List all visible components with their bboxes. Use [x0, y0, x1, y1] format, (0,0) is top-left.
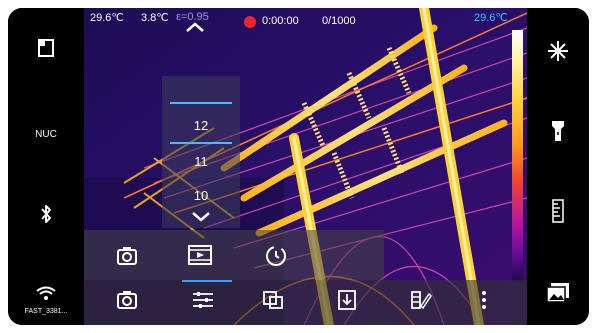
- zoom-highlight-bottom: [170, 142, 232, 144]
- right-sidebar: [527, 8, 589, 325]
- nuc-label: NUC: [35, 128, 57, 140]
- capture-button[interactable]: [104, 280, 150, 325]
- record-indicator[interactable]: [244, 16, 256, 28]
- flashlight-icon: [551, 120, 565, 147]
- brightness-icon: [547, 40, 569, 67]
- chevron-down-icon[interactable]: [190, 210, 212, 224]
- bluetooth-icon: [39, 204, 53, 229]
- record-timer: 0:00:00: [262, 15, 299, 27]
- palette-button[interactable]: [398, 280, 444, 325]
- video-icon[interactable]: [187, 244, 213, 271]
- panel-icon: [38, 38, 54, 62]
- overlay-button[interactable]: [250, 280, 296, 325]
- palette-icon: [410, 290, 432, 315]
- chevron-up-icon[interactable]: [184, 20, 206, 34]
- left-sidebar: NUC FAST_3381...: [8, 8, 84, 325]
- zoom-selector[interactable]: 12 11 10: [162, 76, 240, 228]
- gallery-icon: [546, 282, 570, 309]
- import-button[interactable]: [324, 280, 370, 325]
- import-icon: [337, 289, 357, 316]
- brightness-button[interactable]: [527, 38, 589, 68]
- timer-icon[interactable]: [264, 244, 288, 273]
- bottom-toolbar: [84, 280, 527, 325]
- camera-icon[interactable]: [116, 245, 138, 272]
- spot-temp: 29.6℃: [90, 12, 124, 24]
- zoom-option[interactable]: 11: [162, 154, 240, 169]
- zoom-highlight-top: [170, 102, 232, 104]
- settings-sliders-button[interactable]: [180, 280, 226, 325]
- capture-mode-row: [84, 230, 384, 280]
- ruler-button[interactable]: [527, 198, 589, 228]
- camera-icon: [116, 290, 138, 315]
- wifi-icon: [35, 285, 57, 306]
- nuc-button[interactable]: NUC: [8, 116, 84, 152]
- zoom-option[interactable]: 10: [162, 188, 240, 203]
- camera-screen: 29.6℃ 3.8℃ ε=0.95 0:00:00 0/1000 29.6℃ 1…: [8, 8, 589, 325]
- max-temp: 29.6℃: [474, 12, 508, 24]
- gallery-button[interactable]: [527, 280, 589, 310]
- more-button[interactable]: [469, 280, 499, 325]
- bluetooth-button[interactable]: [8, 198, 84, 234]
- layers-icon: [262, 290, 284, 315]
- ambient-temp: 3.8℃: [141, 12, 169, 24]
- wifi-name: FAST_3381...: [24, 308, 68, 315]
- wifi-button[interactable]: FAST_3381...: [8, 280, 84, 320]
- ruler-icon: [551, 198, 565, 228]
- thermal-viewport[interactable]: 29.6℃ 3.8℃ ε=0.95 0:00:00 0/1000 29.6℃ 1…: [84, 8, 527, 325]
- more-icon: [481, 290, 487, 315]
- flashlight-button[interactable]: [527, 118, 589, 148]
- panel-toggle-button[interactable]: [8, 32, 84, 68]
- temperature-scale-bar: [512, 30, 523, 282]
- sliders-icon: [191, 290, 215, 315]
- zoom-option[interactable]: 12: [162, 118, 240, 133]
- frame-count: 0/1000: [322, 15, 356, 27]
